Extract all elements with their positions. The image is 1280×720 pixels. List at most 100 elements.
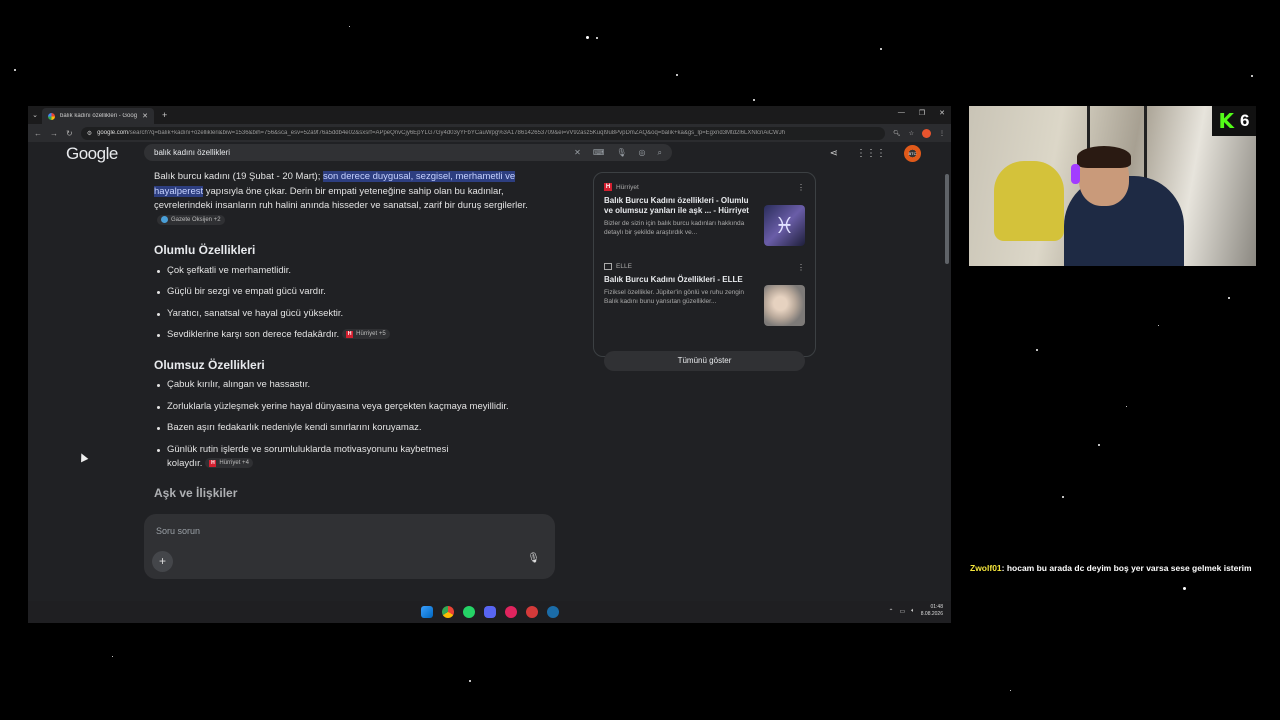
source-site-name: Hürriyet	[616, 183, 639, 191]
search-icon[interactable]: ⌕	[658, 148, 662, 158]
search-results-page: Google balık kadını özellikleri ✕ ⌨ 🎙︎ ◎…	[28, 142, 943, 601]
sources-panel: H Hürriyet ⋮ Balık Burcu Kadını özellikl…	[593, 172, 816, 371]
clock-time: 01:48	[930, 604, 943, 610]
url-path: /search?q=balık+kadını+özellikleri&biw=1…	[128, 130, 786, 136]
hurriyet-logo-icon: H	[604, 183, 612, 191]
page-scrollbar[interactable]	[943, 142, 951, 601]
tab-title: balık kadını özellikleri - Google	[60, 113, 138, 119]
list-item-text: Sevdiklerine karşı son derece fedakârdır…	[167, 329, 340, 340]
elle-logo-icon	[604, 263, 612, 270]
show-all-button[interactable]: Tümünü göster	[604, 351, 805, 371]
apps-grid-icon[interactable]: ⋮⋮⋮	[856, 148, 886, 159]
account-avatar[interactable]: BTC	[904, 145, 921, 162]
section-heading: Olumlu Özellikleri	[154, 243, 256, 257]
browser-window: ⌄ balık kadını özellikleri - Google ✕ + …	[28, 106, 951, 623]
keyboard-icon[interactable]: ⌨	[593, 148, 605, 157]
address-toolbar: ← → ↻ ⚙ google.com/search?q=balık+kadını…	[28, 124, 951, 142]
discord-icon[interactable]	[483, 606, 496, 618]
app-icon[interactable]	[525, 606, 538, 618]
source-title[interactable]: Balık Burcu Kadını Özellikleri - ELLE	[604, 275, 759, 285]
source-chip-label: Hürriyet +5	[356, 331, 386, 338]
reload-icon[interactable]: ↻	[66, 129, 73, 138]
source-chip[interactable]: H Hürriyet +5	[342, 329, 390, 340]
windows-taskbar: ⌃ ▭ 🔈︎ 01:48 8.08.2026	[28, 601, 951, 623]
source-description: Fiziksel özellikler. Jüpiter'in gönlü ve…	[604, 289, 744, 305]
chat-username: Zwolf01	[970, 563, 1002, 573]
list-item: Çabuk kırılır, alıngan ve hassastır.	[154, 378, 554, 393]
source-chip[interactable]: Gazete Oksijen +2	[157, 214, 225, 225]
section-heading: Olumsuz Özellikleri	[154, 357, 265, 372]
close-window-icon[interactable]: ✕	[939, 109, 945, 117]
tab-strip: ⌄ balık kadını özellikleri - Google ✕ + …	[28, 106, 951, 124]
browser-menu-icon[interactable]: ⋮	[939, 130, 945, 137]
source-site-name: ELLE	[616, 263, 632, 270]
start-menu-icon[interactable]	[420, 606, 433, 618]
viewer-count: 6	[1240, 111, 1250, 130]
negative-traits-list: Çabuk kırılır, alıngan ve hassastır. Zor…	[154, 378, 554, 472]
list-item: Yaratıcı, sanatsal ve hayal gücü yüksekt…	[154, 307, 554, 322]
hurriyet-icon: H	[346, 330, 354, 338]
search-query[interactable]: balık kadını özellikleri	[154, 148, 562, 157]
list-item: Sevdiklerine karşı son derece fedakârdır…	[154, 328, 554, 343]
list-item: Çok şefkatli ve merhametlidir.	[154, 264, 554, 279]
image-search-icon[interactable]: ◎	[639, 148, 646, 157]
more-options-icon[interactable]: ⋮	[797, 183, 805, 192]
close-tab-icon[interactable]: ✕	[142, 112, 148, 120]
headset	[1071, 164, 1080, 184]
scrollbar-thumb[interactable]	[945, 174, 949, 264]
intro-text-start: Balık burcu kadını (19 Şubat - 20 Mart);	[154, 171, 323, 182]
more-options-icon[interactable]: ⋮	[797, 263, 805, 272]
ask-input[interactable]: Soru sorun	[156, 526, 200, 536]
site-info-icon[interactable]: ⚙	[87, 130, 92, 137]
window-controls: — ❐ ✕	[898, 109, 945, 117]
zoom-icon[interactable]: 🔍︎	[893, 130, 901, 137]
source-site: ELLE ⋮	[604, 263, 805, 272]
url-host: google.com	[97, 130, 129, 136]
source-chip-label: Gazete Oksijen +2	[171, 216, 221, 223]
network-icon[interactable]: ▭	[899, 608, 905, 615]
clear-search-icon[interactable]: ✕	[574, 148, 581, 157]
ask-box[interactable]: Soru sorun + 🎙︎	[144, 514, 555, 579]
list-item: Bazen aşırı fedakarlık nedeniyle kendi s…	[154, 421, 554, 436]
list-item: Zorluklarla yüzleşmek yerine hayal dünya…	[154, 400, 554, 415]
section-heading: Aşk ve İlişkiler	[154, 485, 238, 500]
system-tray: ⌃ ▭ 🔈︎ 01:48 8.08.2026	[888, 604, 943, 618]
steam-icon[interactable]	[546, 606, 559, 618]
google-logo[interactable]: Google	[66, 144, 118, 164]
tab-search-chevron-icon[interactable]: ⌄	[28, 111, 42, 119]
kick-logo-icon: K	[1218, 109, 1235, 133]
bookmark-star-icon[interactable]: ☆	[909, 130, 914, 137]
clock-date: 8.08.2026	[920, 611, 943, 617]
new-tab-icon[interactable]: +	[162, 110, 167, 120]
profile-extension-icon[interactable]	[922, 128, 931, 138]
volume-icon[interactable]: 🔈︎	[911, 608, 915, 615]
tray-chevron-icon[interactable]: ⌃	[888, 608, 893, 615]
streamer-hair	[1077, 146, 1131, 168]
minimize-icon[interactable]: —	[898, 109, 905, 117]
maximize-icon[interactable]: ❐	[919, 109, 925, 117]
hurriyet-icon: H	[209, 459, 217, 467]
back-arrow-icon[interactable]: ←	[34, 129, 42, 138]
portrait-photo-thumbnail	[764, 285, 805, 326]
source-title[interactable]: Balık Burcu Kadını özellikleri - Olumlu …	[604, 196, 759, 216]
source-site: H Hürriyet ⋮	[604, 183, 805, 192]
source-card[interactable]: H Hürriyet ⋮ Balık Burcu Kadını özellikl…	[604, 183, 805, 263]
source-chip[interactable]: H Hürriyet +4	[205, 458, 253, 469]
microphone-icon[interactable]: 🎙︎	[527, 553, 540, 564]
whatsapp-icon[interactable]	[462, 606, 475, 618]
add-attachment-button[interactable]: +	[152, 551, 173, 572]
clock[interactable]: 01:48 8.08.2026	[921, 604, 943, 618]
address-bar[interactable]: ⚙ google.com/search?q=balık+kadını+özell…	[80, 126, 885, 140]
address-actions: 🔍︎ ☆ ⋮	[893, 128, 945, 138]
source-chip-label: Hürriyet +4	[219, 460, 249, 467]
source-card[interactable]: ELLE ⋮ Balık Burcu Kadını Özellikleri - …	[604, 263, 805, 343]
music-app-icon[interactable]	[504, 606, 517, 618]
share-icon[interactable]: ⋖	[830, 148, 838, 159]
search-box[interactable]: balık kadını özellikleri ✕ ⌨ 🎙︎ ◎ ⌕	[144, 144, 672, 161]
chrome-icon[interactable]	[441, 606, 454, 618]
positive-traits-list: Çok şefkatli ve merhametlidir. Güçlü bir…	[154, 264, 554, 343]
voice-search-icon[interactable]: 🎙︎	[616, 148, 626, 157]
forward-arrow-icon[interactable]: →	[50, 129, 58, 138]
browser-tab[interactable]: balık kadını özellikleri - Google ✕	[42, 108, 154, 124]
intro-paragraph: Balık burcu kadını (19 Şubat - 20 Mart);…	[154, 170, 554, 228]
